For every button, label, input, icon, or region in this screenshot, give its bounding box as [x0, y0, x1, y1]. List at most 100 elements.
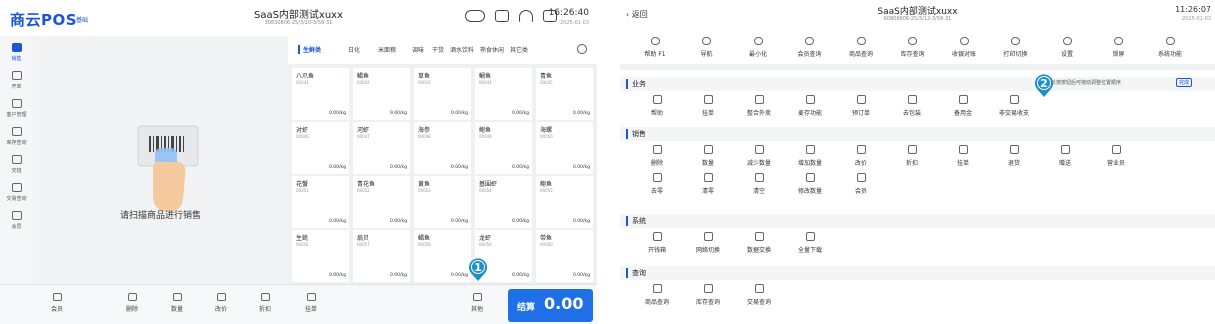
- product-card[interactable]: 草鱼 00043 0.00/kg: [414, 68, 471, 120]
- sidebar-item[interactable]: 库存查询: [0, 124, 33, 150]
- function-button[interactable]: 帮助: [632, 95, 682, 117]
- bottom-button[interactable]: 折扣: [250, 293, 280, 313]
- toolbar-button[interactable]: 打印切换: [991, 37, 1041, 58]
- bottom-button[interactable]: 挂单: [296, 293, 326, 313]
- checkout-button[interactable]: 结算 0.00: [508, 289, 593, 322]
- sidebar-item[interactable]: 交班: [0, 152, 33, 178]
- category-tab[interactable]: 生鲜类: [298, 45, 321, 54]
- function-button[interactable]: 改价: [836, 145, 886, 167]
- printer-status-icon[interactable]: [465, 10, 485, 22]
- function-button[interactable]: 整合外卖: [734, 95, 784, 117]
- product-card[interactable]: 生蚝 00056 0.00/kg: [292, 230, 349, 282]
- wifi-icon[interactable]: [519, 10, 533, 22]
- product-card[interactable]: 对虾 00046 0.00/kg: [292, 122, 349, 174]
- function-button[interactable]: 退货: [989, 145, 1039, 167]
- product-card[interactable]: 花蟹 00051 0.00/kg: [292, 176, 349, 228]
- bottom-button[interactable]: 会员: [42, 293, 72, 313]
- function-button[interactable]: 预订单: [836, 95, 886, 117]
- done-button[interactable]: 完成: [1176, 78, 1193, 87]
- step-marker-2: 2: [1035, 74, 1053, 97]
- function-button[interactable]: 数量: [683, 145, 733, 167]
- product-card[interactable]: 青鱼 00045 0.00/kg: [536, 68, 593, 120]
- function-button[interactable]: 营业员: [1091, 145, 1141, 167]
- function-button[interactable]: 折扣: [887, 145, 937, 167]
- category-tab[interactable]: 日化: [348, 45, 360, 54]
- function-button[interactable]: 麦存功能: [785, 95, 835, 117]
- screen-icon[interactable]: [495, 10, 509, 22]
- sidebar-item-label: 交班: [11, 168, 22, 174]
- function-button[interactable]: 会员: [836, 173, 886, 195]
- category-tab[interactable]: 酒水饮料: [450, 45, 474, 54]
- category-tab[interactable]: 调味: [412, 45, 424, 54]
- category-tab[interactable]: 其它类: [510, 45, 528, 54]
- function-button-label: 数据交换: [746, 247, 771, 254]
- product-card[interactable]: 鲷鱼 00044 0.00/kg: [475, 68, 532, 120]
- product-name: 鲷鱼: [479, 73, 492, 80]
- product-card[interactable]: 青花鱼 00052 0.00/kg: [353, 176, 410, 228]
- toolbar-button[interactable]: 系统功能: [1145, 37, 1195, 58]
- product-card[interactable]: 黄鱼 00053 0.00/kg: [414, 176, 471, 228]
- product-card[interactable]: 扇贝 00057 0.00/kg: [353, 230, 410, 282]
- function-button[interactable]: 清零: [683, 173, 733, 195]
- sidebar-item[interactable]: 销售: [0, 40, 33, 66]
- function-button[interactable]: 交易查询: [734, 284, 784, 306]
- sidebar-item-label: 会员: [11, 224, 22, 230]
- bottom-button[interactable]: 数量: [162, 293, 192, 313]
- category-tab[interactable]: 熟食休闲: [480, 45, 504, 54]
- toolbar-button[interactable]: 帮助 F1: [630, 37, 680, 58]
- status-icons: [465, 10, 557, 22]
- function-button[interactable]: 增加数量: [785, 145, 835, 167]
- toolbar-button[interactable]: 锁屏: [1094, 37, 1144, 58]
- product-card[interactable]: 鲍鱼 00055 0.00/kg: [536, 176, 593, 228]
- bottom-button[interactable]: 其他: [462, 293, 492, 313]
- discount-icon: [260, 293, 270, 301]
- function-button[interactable]: 删除: [632, 145, 682, 167]
- product-card[interactable]: 带鱼 00060 0.00/kg: [536, 230, 593, 282]
- search-icon[interactable]: [577, 44, 587, 54]
- product-card[interactable]: 海螺 00050 0.00/kg: [536, 122, 593, 174]
- function-button[interactable]: 挂单: [938, 145, 988, 167]
- product-price: 0.00/kg: [329, 111, 346, 116]
- product-card[interactable]: 基围虾 00054 0.00/kg: [475, 176, 532, 228]
- toolbar-button[interactable]: 导航: [682, 37, 732, 58]
- function-button[interactable]: 数据交换: [734, 232, 784, 254]
- bottom-button[interactable]: 删除: [117, 293, 147, 313]
- function-button[interactable]: 网络切换: [683, 232, 733, 254]
- toolbar-button[interactable]: 商品查询: [836, 37, 886, 58]
- function-button[interactable]: 商品查询: [632, 284, 682, 306]
- function-button[interactable]: 库存查询: [683, 284, 733, 306]
- product-card[interactable]: 河虾 00047 0.00/kg: [353, 122, 410, 174]
- sidebar-item[interactable]: 开单: [0, 68, 33, 94]
- toolbar-button[interactable]: 最小化: [733, 37, 783, 58]
- product-card[interactable]: 八爪鱼 00041 0.00/kg: [292, 68, 349, 120]
- bottom-button[interactable]: 改价: [206, 293, 236, 313]
- function-button[interactable]: 减少数量: [734, 145, 784, 167]
- function-button[interactable]: 备用金: [938, 95, 988, 117]
- product-name: 鲍鱼: [540, 181, 553, 188]
- product-card[interactable]: 鲳鱼 00058 0.00/kg: [414, 230, 471, 282]
- product-price: 0.00/kg: [390, 165, 407, 170]
- toolbar-button[interactable]: 库存查询: [888, 37, 938, 58]
- product-code: 00055: [540, 188, 553, 193]
- sidebar-item[interactable]: 交易查询: [0, 180, 33, 206]
- product-card[interactable]: 鲳鱼 00042 9.00/kg: [353, 68, 410, 120]
- sidebar-item[interactable]: 客户管理: [0, 96, 33, 122]
- product-card[interactable]: 鲍鱼 00049 0.00/kg: [475, 122, 532, 174]
- sidebar-item[interactable]: 会员: [0, 208, 33, 234]
- section-header: 业务: [620, 77, 1215, 91]
- category-tab[interactable]: 干货: [432, 45, 444, 54]
- function-button[interactable]: 非交易收支: [989, 95, 1039, 117]
- toolbar-button[interactable]: 会员查询: [785, 37, 835, 58]
- product-card[interactable]: 海参 00048 0.00/kg: [414, 122, 471, 174]
- function-button[interactable]: 修改数量: [785, 173, 835, 195]
- function-button[interactable]: 挂单: [683, 95, 733, 117]
- category-tab[interactable]: 米面粮: [378, 45, 396, 54]
- function-button[interactable]: 清空: [734, 173, 784, 195]
- function-button[interactable]: 全量下载: [785, 232, 835, 254]
- function-button[interactable]: 赠送: [1040, 145, 1090, 167]
- function-button[interactable]: 开钱箱: [632, 232, 682, 254]
- toolbar-button[interactable]: 设置: [1042, 37, 1092, 58]
- function-button[interactable]: 去零: [632, 173, 682, 195]
- function-button[interactable]: 去包装: [887, 95, 937, 117]
- toolbar-button[interactable]: 收银对账: [939, 37, 989, 58]
